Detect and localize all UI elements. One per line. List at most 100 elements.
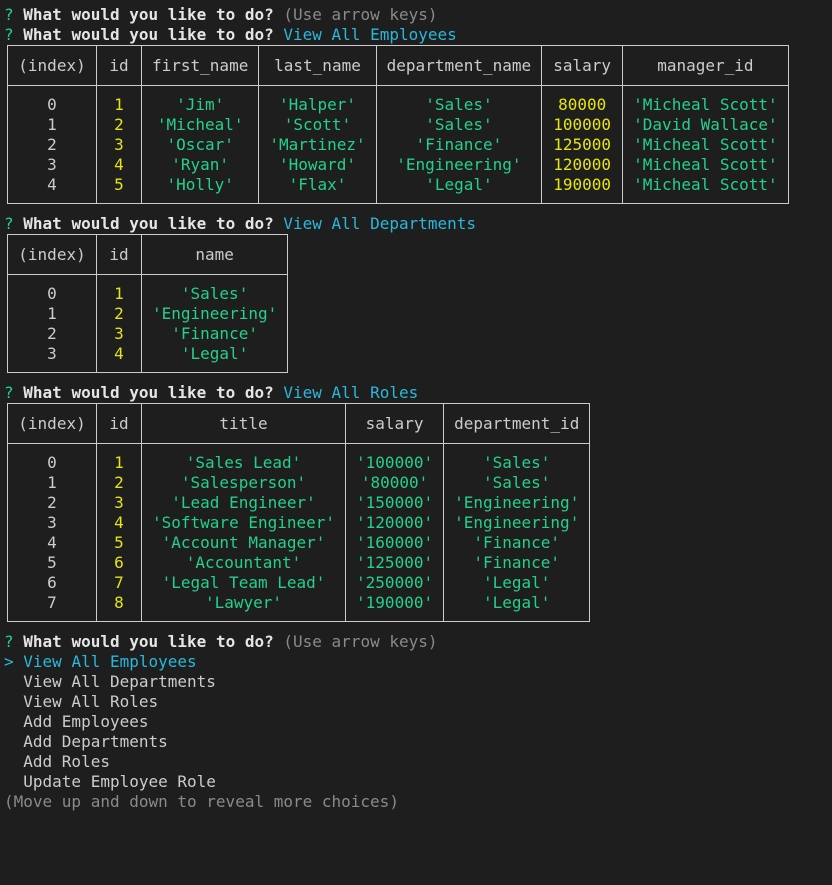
menu-option-update-employee-role[interactable]: Update Employee Role (4, 772, 832, 792)
cell-id: 2 (96, 115, 142, 135)
cell-salary: '80000' (345, 473, 445, 493)
cell-salary: '125000' (345, 553, 445, 573)
cell-first-name: 'Holly' (140, 175, 260, 204)
cell-title: 'Sales Lead' (140, 443, 347, 473)
cell-department-name: 'Sales' (375, 115, 543, 135)
menu-option-view-all-employees[interactable]: > View All Employees (4, 652, 832, 672)
prompt-question-mark: ? (4, 214, 14, 233)
cell-title: 'Accountant' (140, 553, 347, 573)
cell-index: 3 (7, 344, 97, 373)
cell-department-id: 'Legal' (443, 573, 591, 593)
cell-last-name: 'Martinez' (258, 135, 377, 155)
prompt-line-roles: ? What would you like to do? View All Ro… (4, 383, 832, 403)
table-row: 1 2 'Salesperson' '80000' 'Sales' (7, 473, 591, 493)
cell-id: 4 (96, 155, 142, 175)
prompt-question: What would you like to do? (23, 25, 274, 44)
menu-option-label: View All Employees (23, 652, 197, 671)
cell-index: 4 (7, 533, 97, 553)
header-department-id: department_id (443, 403, 591, 444)
table-row: 0 1 'Jim' 'Halper' 'Sales' 80000 'Micheal Scot… (7, 85, 789, 115)
header-salary: salary (345, 403, 445, 444)
cell-id: 7 (96, 573, 142, 593)
table-row: 4 5 'Account Manager' '160000' 'Finance' (7, 533, 591, 553)
table-row: 3 4 'Legal' (7, 344, 289, 373)
cell-salary: '120000' (345, 513, 445, 533)
table-row: 2 3 'Oscar' 'Martinez' 'Finance' 125000 'Miche… (7, 135, 789, 155)
table-row: 0 1 'Sales' (7, 274, 289, 304)
menu-option-add-roles[interactable]: Add Roles (4, 752, 832, 772)
cell-manager-id: 'David Wallace' (622, 115, 789, 135)
pointer-icon: > (4, 652, 14, 671)
cell-first-name: 'Ryan' (140, 155, 260, 175)
cell-index: 2 (7, 324, 97, 344)
cell-salary: 190000 (541, 175, 624, 204)
prompt-answer: View All Employees (283, 25, 457, 44)
cell-department-id: 'Engineering' (443, 513, 591, 533)
cell-last-name: 'Halper' (258, 85, 377, 115)
cell-title: 'Lawyer' (140, 593, 347, 622)
cell-title: 'Salesperson' (140, 473, 347, 493)
menu-option-label: View All Departments (23, 672, 216, 691)
menu-option-view-all-roles[interactable]: View All Roles (4, 692, 832, 712)
cell-department-id: 'Finance' (443, 553, 591, 573)
employees-header-row: (index) id first_name last_name departme… (7, 45, 789, 86)
terminal: ? What would you like to do? (Use arrow … (0, 0, 832, 812)
cell-id: 5 (96, 533, 142, 553)
cell-last-name: 'Howard' (258, 155, 377, 175)
cell-salary: 100000 (541, 115, 624, 135)
cell-manager-id: 'Micheal Scott' (622, 155, 789, 175)
cell-index: 1 (7, 473, 97, 493)
cell-department-name: 'Legal' (375, 175, 543, 204)
cell-title: 'Legal Team Lead' (140, 573, 347, 593)
menu-option-add-departments[interactable]: Add Departments (4, 732, 832, 752)
menu-option-view-all-departments[interactable]: View All Departments (4, 672, 832, 692)
cell-index: 2 (7, 493, 97, 513)
prompt-question-mark: ? (4, 5, 14, 24)
cell-department-id: 'Sales' (443, 473, 591, 493)
cell-index: 2 (7, 135, 97, 155)
cell-id: 1 (96, 443, 142, 473)
table-row: 4 5 'Holly' 'Flax' 'Legal' 190000 'Micheal Sco… (7, 175, 789, 204)
header-first-name: first_name (140, 45, 260, 86)
cell-name: 'Engineering' (140, 304, 289, 324)
cell-id: 3 (96, 135, 142, 155)
table-row: 6 7 'Legal Team Lead' '250000' 'Legal' (7, 573, 591, 593)
cell-id: 4 (96, 344, 142, 373)
cell-department-id: 'Engineering' (443, 493, 591, 513)
cell-name: 'Finance' (140, 324, 289, 344)
cell-index: 1 (7, 304, 97, 324)
header-name: name (140, 234, 289, 275)
cell-index: 3 (7, 155, 97, 175)
prompt-question: What would you like to do? (23, 632, 274, 651)
menu-option-label: View All Roles (23, 692, 159, 711)
prompt-question: What would you like to do? (23, 214, 274, 233)
prompt-hint: (Use arrow keys) (283, 5, 438, 24)
cell-last-name: 'Scott' (258, 115, 377, 135)
prompt-question: What would you like to do? (23, 383, 274, 402)
cell-index: 4 (7, 175, 97, 204)
cell-name: 'Sales' (140, 274, 289, 304)
menu-list: > View All Employees View All Department… (4, 652, 832, 812)
cell-index: 0 (7, 443, 97, 473)
prompt-line-departments: ? What would you like to do? View All De… (4, 214, 832, 234)
menu-option-add-employees[interactable]: Add Employees (4, 712, 832, 732)
departments-header-row: (index) id name (7, 234, 289, 275)
prompt-line-menu: ? What would you like to do? (Use arrow … (4, 632, 832, 652)
roles-header-row: (index) id title salary department_id (7, 403, 591, 444)
header-title: title (140, 403, 347, 444)
cell-manager-id: 'Micheal Scott' (622, 135, 789, 155)
cell-salary: '190000' (345, 593, 445, 622)
cell-id: 3 (96, 493, 142, 513)
prompt-question-mark: ? (4, 383, 14, 402)
cell-last-name: 'Flax' (258, 175, 377, 204)
table-row: 1 2 'Engineering' (7, 304, 289, 324)
cell-department-id: 'Legal' (443, 593, 591, 622)
menu-option-label: Add Employees (23, 712, 149, 731)
cell-index: 0 (7, 274, 97, 304)
cell-index: 7 (7, 593, 97, 622)
cell-first-name: 'Micheal' (140, 115, 260, 135)
menu-option-label: Add Departments (23, 732, 168, 751)
header-manager-id: manager_id (622, 45, 789, 86)
cell-department-name: 'Finance' (375, 135, 543, 155)
table-row: 7 8 'Lawyer' '190000' 'Legal' (7, 593, 591, 622)
